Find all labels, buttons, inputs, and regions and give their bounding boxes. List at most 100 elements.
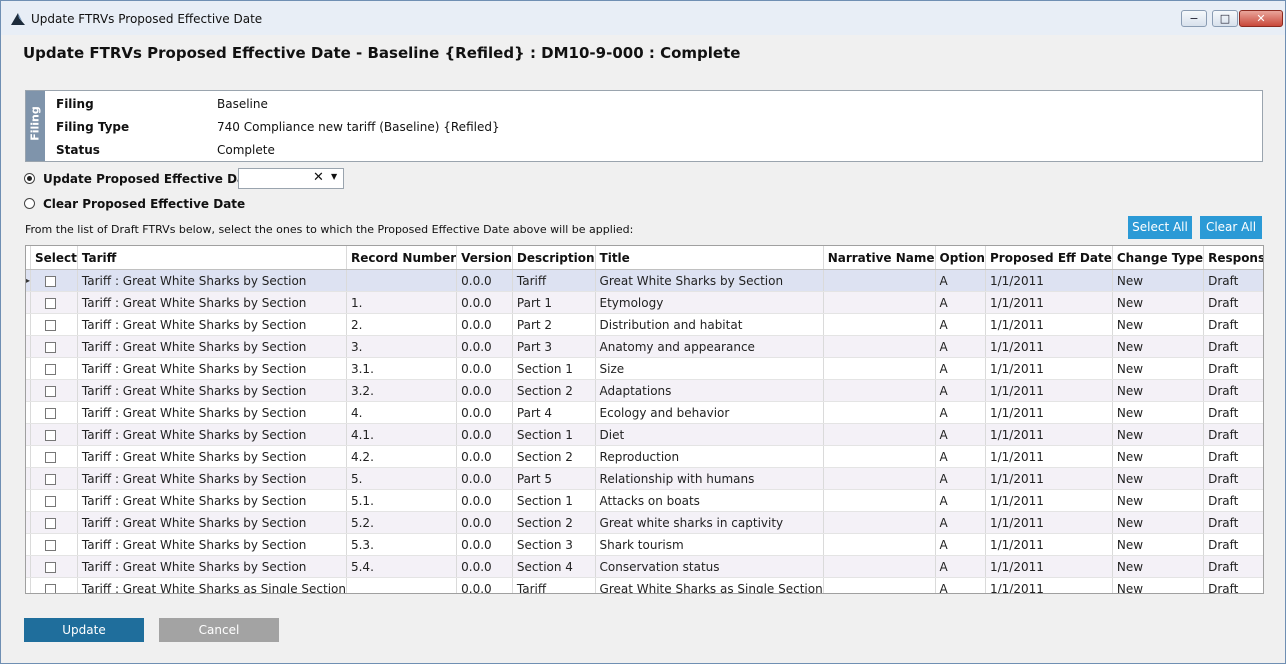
cell-change-type: New: [1112, 401, 1205, 424]
cell-narrative-name: [823, 445, 936, 468]
row-checkbox[interactable]: [45, 385, 57, 397]
cell-proposed-eff-date: 1/1/2011: [985, 335, 1113, 358]
cell-record-number: 3.2.: [346, 379, 458, 402]
filing-panel: Filing Filing Baseline Filing Type 740 C…: [25, 90, 1263, 162]
cell-title: Anatomy and appearance: [595, 335, 824, 358]
table-row[interactable]: Tariff : Great White Sharks by Section 3.…: [26, 379, 1263, 402]
cell-tariff: Tariff : Great White Sharks by Section: [77, 335, 347, 358]
effective-date-picker[interactable]: ✕ ▼: [238, 168, 344, 189]
clear-all-button[interactable]: Clear All: [1200, 216, 1262, 239]
maximize-button[interactable]: □: [1212, 10, 1238, 27]
col-header-select[interactable]: Select: [30, 246, 78, 270]
row-checkbox[interactable]: [45, 275, 57, 287]
cell-description: Tariff: [512, 577, 596, 593]
cell-select: [30, 357, 78, 380]
cell-version: 0.0.0: [456, 489, 513, 512]
cell-description: Part 1: [512, 291, 596, 314]
table-row[interactable]: Tariff : Great White Sharks as Single Se…: [26, 577, 1263, 593]
cell-description: Part 2: [512, 313, 596, 336]
row-checkbox[interactable]: [45, 407, 57, 419]
row-checkbox[interactable]: [45, 319, 57, 331]
col-header-title[interactable]: Title: [595, 246, 824, 270]
clear-date-radio[interactable]: [24, 198, 35, 209]
row-checkbox[interactable]: [45, 495, 57, 507]
cell-tariff: Tariff : Great White Sharks by Section: [77, 445, 347, 468]
cell-record-number: 3.1.: [346, 357, 458, 380]
filing-type-label: Filing Type: [56, 120, 130, 134]
table-row[interactable]: Tariff : Great White Sharks by Section 5.…: [26, 511, 1263, 534]
update-button[interactable]: Update: [24, 618, 144, 642]
cell-narrative-name: [823, 401, 936, 424]
cell-select: [30, 379, 78, 402]
cell-option: A: [935, 445, 986, 468]
table-row[interactable]: Tariff : Great White Sharks by Section 5.…: [26, 555, 1263, 578]
cell-proposed-eff-date: 1/1/2011: [985, 291, 1113, 314]
cell-description: Part 4: [512, 401, 596, 424]
cell-proposed-eff-date: 1/1/2011: [985, 533, 1113, 556]
minimize-button[interactable]: −: [1181, 10, 1207, 27]
row-checkbox[interactable]: [45, 429, 57, 441]
table-row[interactable]: Tariff : Great White Sharks by Section 4.…: [26, 445, 1263, 468]
row-checkbox[interactable]: [45, 297, 57, 309]
table-row[interactable]: Tariff : Great White Sharks by Section 5.…: [26, 467, 1263, 490]
table-row[interactable]: Tariff : Great White Sharks by Section 5.…: [26, 533, 1263, 556]
cell-record-number: 5.: [346, 467, 458, 490]
table-row[interactable]: Tariff : Great White Sharks by Section 4.…: [26, 423, 1263, 446]
row-checkbox[interactable]: [45, 517, 57, 529]
cell-narrative-name: [823, 423, 936, 446]
cell-proposed-eff-date: 1/1/2011: [985, 401, 1113, 424]
row-checkbox[interactable]: [45, 561, 57, 573]
table-row[interactable]: Tariff : Great White Sharks by Section 4.…: [26, 401, 1263, 424]
col-header-proposed-eff-date[interactable]: Proposed Eff Date: [985, 246, 1113, 270]
cell-description: Section 3: [512, 533, 596, 556]
table-row[interactable]: Tariff : Great White Sharks by Section 1.…: [26, 291, 1263, 314]
maximize-icon: □: [1219, 12, 1231, 25]
cell-title: Size: [595, 357, 824, 380]
table-row[interactable]: Tariff : Great White Sharks by Section 5.…: [26, 489, 1263, 512]
ftrv-table: Select Tariff Record Number Version Desc…: [26, 246, 1263, 593]
row-checkbox[interactable]: [45, 539, 57, 551]
cell-narrative-name: [823, 379, 936, 402]
col-header-record-number[interactable]: Record Number: [346, 246, 458, 270]
cell-tariff: Tariff : Great White Sharks by Section: [77, 357, 347, 380]
col-header-narrative-name[interactable]: Narrative Name: [823, 246, 936, 270]
filing-value: Baseline: [217, 97, 268, 111]
table-row[interactable]: ▸ Tariff : Great White Sharks by Section 0…: [26, 269, 1263, 292]
cell-proposed-eff-date: 1/1/2011: [985, 313, 1113, 336]
table-row[interactable]: Tariff : Great White Sharks by Section 3.…: [26, 335, 1263, 358]
cancel-button[interactable]: Cancel: [159, 618, 279, 642]
col-header-response[interactable]: Response: [1203, 246, 1263, 270]
cell-narrative-name: [823, 335, 936, 358]
table-row[interactable]: Tariff : Great White Sharks by Section 2.…: [26, 313, 1263, 336]
col-header-option[interactable]: Option: [935, 246, 986, 270]
cell-tariff: Tariff : Great White Sharks by Section: [77, 269, 347, 292]
col-header-description[interactable]: Description: [512, 246, 596, 270]
select-all-button[interactable]: Select All: [1128, 216, 1192, 239]
clear-date-icon[interactable]: ✕: [313, 170, 324, 185]
cell-record-number: [346, 577, 458, 593]
row-checkbox[interactable]: [45, 341, 57, 353]
cell-proposed-eff-date: 1/1/2011: [985, 357, 1113, 380]
table-row[interactable]: Tariff : Great White Sharks by Section 3.…: [26, 357, 1263, 380]
cell-change-type: New: [1112, 291, 1205, 314]
cell-description: Section 1: [512, 423, 596, 446]
update-date-radio[interactable]: [24, 173, 35, 184]
cell-title: Great White Sharks by Section: [595, 269, 824, 292]
title-bar[interactable]: Update FTRVs Proposed Effective Date − □…: [1, 1, 1285, 35]
cell-response: Draft: [1203, 533, 1263, 556]
cell-tariff: Tariff : Great White Sharks by Section: [77, 467, 347, 490]
cell-response: Draft: [1203, 467, 1263, 490]
close-button[interactable]: ✕: [1239, 10, 1283, 27]
col-header-version[interactable]: Version: [456, 246, 513, 270]
cell-change-type: New: [1112, 313, 1205, 336]
col-header-change-type[interactable]: Change Type: [1112, 246, 1205, 270]
cell-option: A: [935, 291, 986, 314]
row-checkbox[interactable]: [45, 363, 57, 375]
chevron-down-icon[interactable]: ▼: [331, 172, 337, 181]
row-checkbox[interactable]: [45, 451, 57, 463]
row-checkbox[interactable]: [45, 583, 57, 593]
cell-version: 0.0.0: [456, 335, 513, 358]
row-checkbox[interactable]: [45, 473, 57, 485]
cell-response: Draft: [1203, 577, 1263, 593]
col-header-tariff[interactable]: Tariff: [77, 246, 347, 270]
